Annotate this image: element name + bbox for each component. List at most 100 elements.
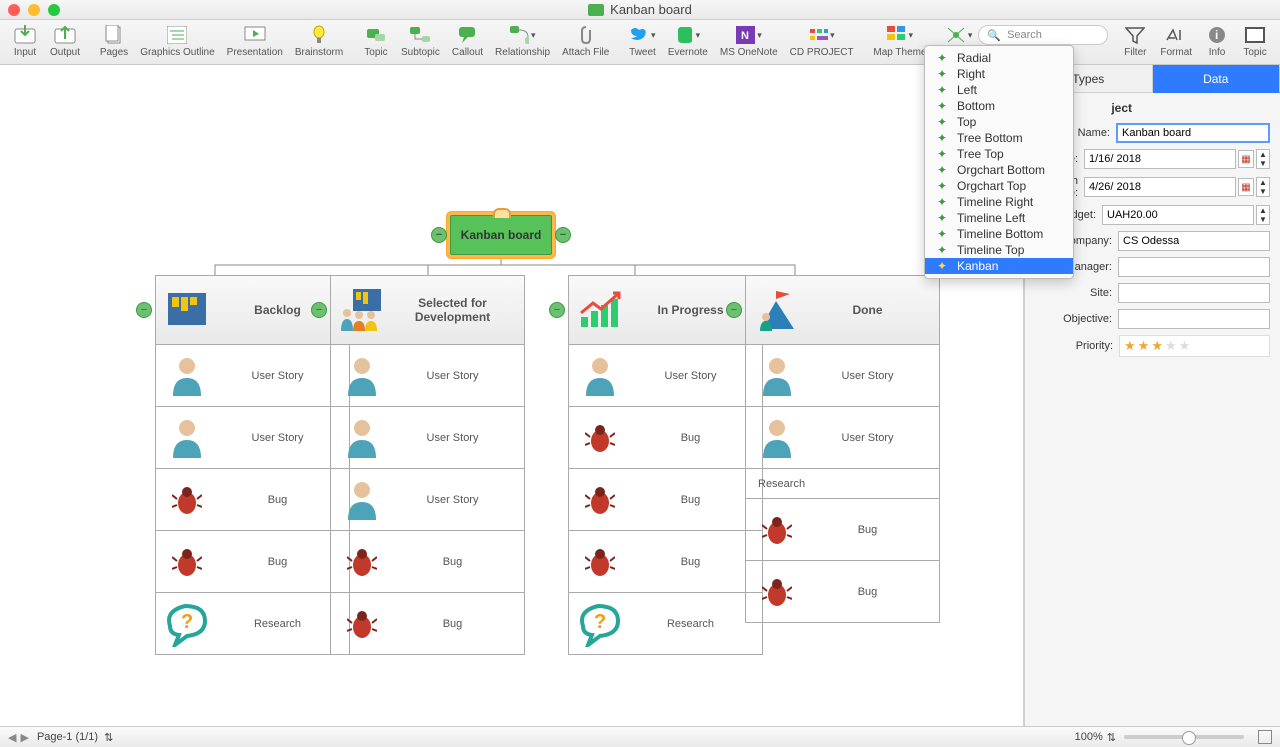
evernote-button[interactable]: ▾ Evernote: [664, 22, 712, 60]
attach-file-button[interactable]: Attach File: [558, 22, 613, 60]
kanban-card[interactable]: Bug: [568, 407, 763, 469]
star-icon[interactable]: ★: [1138, 338, 1150, 354]
tweet-button[interactable]: ▾ Tweet: [625, 22, 660, 60]
kanban-card[interactable]: User Story: [568, 345, 763, 407]
kanban-card[interactable]: Bug: [568, 531, 763, 593]
layout-menu-item[interactable]: ✦Tree Bottom: [925, 130, 1073, 146]
format-button[interactable]: Format: [1156, 22, 1196, 60]
brainstorm-button[interactable]: Brainstorm: [291, 22, 347, 60]
ms-onenote-button[interactable]: N▾ MS OneNote: [716, 22, 782, 60]
tab-data[interactable]: Data: [1153, 65, 1280, 93]
start-date-stepper[interactable]: ▲▼: [1256, 149, 1270, 169]
kanban-card[interactable]: User Story: [155, 345, 350, 407]
input-button[interactable]: Input: [8, 22, 42, 60]
layout-menu-item[interactable]: ✦Kanban: [925, 258, 1073, 274]
kanban-card[interactable]: Bug: [155, 531, 350, 593]
kanban-card[interactable]: User Story: [745, 407, 940, 469]
kanban-card[interactable]: Bug: [155, 469, 350, 531]
layout-menu-item[interactable]: ✦Tree Top: [925, 146, 1073, 162]
topic-button[interactable]: Topic: [359, 22, 393, 60]
layout-item-icon: ✦: [935, 179, 949, 193]
name-field[interactable]: [1116, 123, 1270, 143]
layout-menu-item[interactable]: ✦Left: [925, 82, 1073, 98]
company-field[interactable]: [1118, 231, 1270, 251]
pages-button[interactable]: Pages: [96, 22, 132, 60]
layout-item-icon: ✦: [935, 259, 949, 273]
kanban-card[interactable]: Research: [568, 593, 763, 655]
site-field[interactable]: [1118, 283, 1270, 303]
view-mode-button[interactable]: [1258, 730, 1272, 744]
kanban-card[interactable]: User Story: [330, 469, 525, 531]
question-icon: [575, 599, 625, 649]
star-icon[interactable]: ★: [1124, 338, 1136, 354]
bug-icon: [575, 413, 625, 463]
start-date-field[interactable]: [1084, 149, 1236, 169]
column-header[interactable]: − Done: [745, 275, 940, 345]
layout-menu-item[interactable]: ✦Timeline Bottom: [925, 226, 1073, 242]
kanban-card[interactable]: Bug: [745, 499, 940, 561]
objective-field[interactable]: [1118, 309, 1270, 329]
cd-project-button[interactable]: ▾ CD PROJECT: [786, 22, 858, 60]
finish-date-field[interactable]: [1084, 177, 1236, 197]
zoom-stepper[interactable]: ⇅: [1107, 731, 1116, 744]
relationship-button[interactable]: ▾ Relationship: [491, 22, 554, 60]
output-button[interactable]: Output: [46, 22, 84, 60]
kanban-card[interactable]: User Story: [330, 407, 525, 469]
graphics-outline-button[interactable]: Graphics Outline: [136, 22, 218, 60]
layout-menu-item[interactable]: ✦Bottom: [925, 98, 1073, 114]
collapse-handle[interactable]: −: [311, 302, 327, 318]
layout-menu-item[interactable]: ✦Orgchart Bottom: [925, 162, 1073, 178]
layout-menu-item[interactable]: ✦Timeline Top: [925, 242, 1073, 258]
filter-button[interactable]: Filter: [1118, 22, 1152, 60]
collapse-handle-left[interactable]: −: [431, 227, 447, 243]
kanban-card[interactable]: Bug: [568, 469, 763, 531]
zoom-slider[interactable]: [1124, 735, 1244, 739]
page-stepper[interactable]: ⇅: [104, 731, 113, 744]
collapse-handle[interactable]: −: [726, 302, 742, 318]
chevron-down-icon: ▾: [908, 30, 913, 41]
kanban-card[interactable]: User Story: [155, 407, 350, 469]
layout-menu-item[interactable]: ✦Right: [925, 66, 1073, 82]
chevron-down-icon: ▾: [830, 30, 835, 41]
kanban-column: − Done User Story User StoryResearch Bug…: [745, 275, 940, 623]
start-date-picker-button[interactable]: ▦: [1238, 150, 1254, 168]
subtopic-button[interactable]: Subtopic: [397, 22, 444, 60]
app-badge-icon: [588, 4, 604, 16]
prev-page-button[interactable]: ◀: [8, 731, 16, 744]
kanban-card[interactable]: User Story: [745, 345, 940, 407]
layout-menu-item[interactable]: ✦Top: [925, 114, 1073, 130]
kanban-card[interactable]: Bug: [330, 593, 525, 655]
kanban-card[interactable]: Bug: [745, 561, 940, 623]
layout-menu-item[interactable]: ✦Radial: [925, 50, 1073, 66]
presentation-button[interactable]: Presentation: [223, 22, 287, 60]
root-topic[interactable]: Kanban board − −: [450, 215, 552, 255]
layout-menu-item[interactable]: ✦Timeline Left: [925, 210, 1073, 226]
budget-stepper[interactable]: ▲▼: [1256, 205, 1270, 225]
star-icon[interactable]: ★: [1179, 338, 1191, 354]
finish-date-picker-button[interactable]: ▦: [1238, 178, 1254, 196]
zoom-label: 100%: [1075, 731, 1103, 743]
layout-menu-item[interactable]: ✦Orgchart Top: [925, 178, 1073, 194]
info-button[interactable]: i Info: [1200, 22, 1234, 60]
topic-panel-button[interactable]: Topic: [1238, 22, 1272, 60]
next-page-button[interactable]: ▶: [20, 731, 28, 744]
collapse-handle-right[interactable]: −: [555, 227, 571, 243]
kanban-card[interactable]: Bug: [330, 531, 525, 593]
callout-button[interactable]: Callout: [448, 22, 487, 60]
manager-field[interactable]: [1118, 257, 1270, 277]
star-icon[interactable]: ★: [1151, 338, 1163, 354]
star-icon[interactable]: ★: [1165, 338, 1177, 354]
kanban-card[interactable]: User Story: [330, 345, 525, 407]
budget-field[interactable]: [1102, 205, 1254, 225]
collapse-handle[interactable]: −: [549, 302, 565, 318]
layout-menu-item[interactable]: ✦Timeline Right: [925, 194, 1073, 210]
toolbar-search-input[interactable]: 🔍 Search: [978, 25, 1108, 45]
kanban-card[interactable]: Research: [155, 593, 350, 655]
map-theme-button[interactable]: ▾ Map Theme: [869, 22, 930, 60]
finish-date-stepper[interactable]: ▲▼: [1256, 177, 1270, 197]
collapse-handle[interactable]: −: [136, 302, 152, 318]
kanban-card[interactable]: Research: [745, 469, 940, 499]
priority-stars[interactable]: ★★★★★: [1119, 335, 1270, 357]
diagram-canvas[interactable]: Kanban board − − − Backlog User Story Us…: [0, 65, 1024, 726]
column-header[interactable]: − Selected for Development: [330, 275, 525, 345]
